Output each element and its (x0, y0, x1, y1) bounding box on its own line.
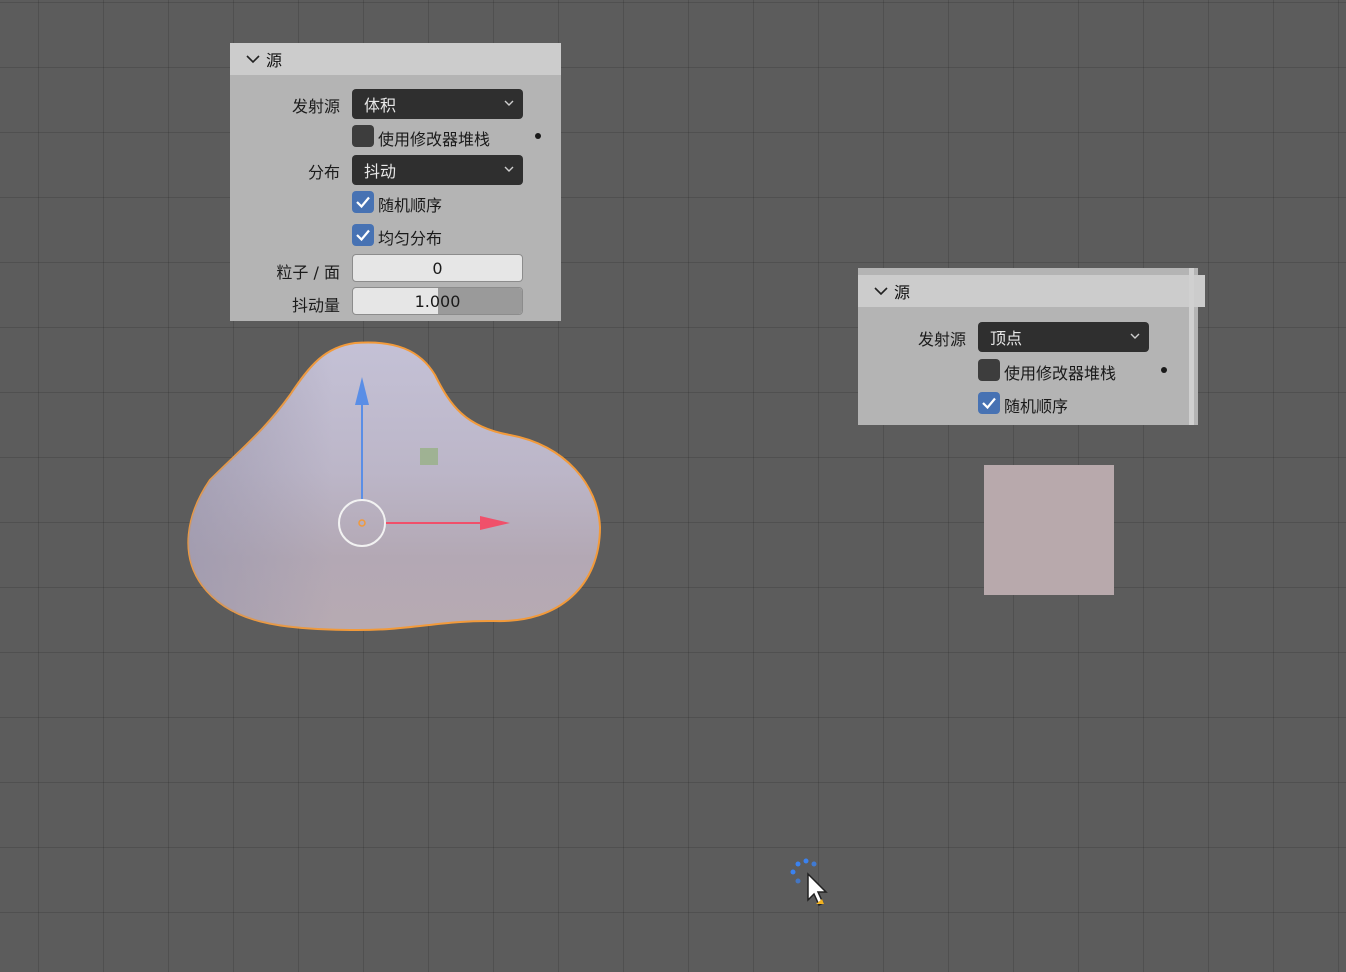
emit-from-label: 发射源 (291, 97, 340, 116)
chevron-down-icon (1130, 333, 1140, 339)
checkmark-icon (982, 397, 996, 410)
checkmark-icon (356, 229, 370, 242)
emit-from-dropdown[interactable]: 体积 (352, 89, 523, 119)
emit-from-label: 发射源 (917, 330, 966, 349)
random-order-label[interactable]: 随机顺序 (1004, 393, 1068, 417)
panel-title: 源 (266, 51, 283, 70)
panel-header[interactable]: 源 (230, 43, 561, 75)
jitter-amount-slider[interactable]: 1.000 (352, 287, 523, 315)
distribution-dropdown[interactable]: 抖动 (352, 155, 523, 185)
jitter-amount-label: 抖动量 (291, 296, 340, 315)
particles-per-face-label: 粒子 / 面 (276, 263, 340, 282)
mouse-pointer-icon (807, 872, 828, 907)
use-modifier-stack-label[interactable]: 使用修改器堆栈 (1004, 360, 1116, 384)
selected-mesh-object[interactable] (180, 335, 610, 640)
chevron-down-icon (504, 166, 514, 172)
panel-header[interactable]: 源 (858, 275, 1205, 307)
source-panel-right: 源 发射源 顶点 使用修改器堆栈 随机顺序 (858, 268, 1205, 425)
distribution-label: 分布 (307, 163, 340, 182)
random-order-checkbox[interactable] (352, 191, 374, 213)
source-panel-left: 源 发射源 体积 使用修改器堆栈 分布 抖动 随机顺序 均匀分布 粒子 / 面 … (230, 43, 561, 321)
use-modifier-stack-label[interactable]: 使用修改器堆栈 (378, 126, 490, 150)
plane-object[interactable] (984, 465, 1114, 595)
keyframe-dot-icon[interactable] (535, 133, 541, 139)
emit-from-value: 体积 (364, 96, 397, 115)
pivot-marker (420, 448, 438, 465)
emit-from-value: 顶点 (990, 329, 1023, 348)
emit-from-dropdown[interactable]: 顶点 (978, 322, 1149, 352)
particles-per-face-value: 0 (432, 258, 443, 278)
chevron-down-icon (874, 287, 888, 296)
use-modifier-stack-checkbox[interactable] (352, 125, 374, 147)
jitter-amount-value: 1.000 (414, 291, 461, 311)
even-distribution-checkbox[interactable] (352, 224, 374, 246)
panel-scrollbar[interactable] (1189, 268, 1194, 425)
checkmark-icon (356, 196, 370, 209)
distribution-value: 抖动 (364, 162, 397, 181)
keyframe-dot-icon[interactable] (1161, 367, 1167, 373)
use-modifier-stack-checkbox[interactable] (978, 359, 1000, 381)
panel-title: 源 (894, 283, 911, 302)
chevron-down-icon (246, 55, 260, 64)
chevron-down-icon (504, 100, 514, 106)
particles-per-face-field[interactable]: 0 (352, 254, 523, 282)
random-order-label[interactable]: 随机顺序 (378, 192, 442, 216)
busy-cursor (790, 858, 828, 907)
even-distribution-label[interactable]: 均匀分布 (378, 225, 442, 249)
random-order-checkbox[interactable] (978, 392, 1000, 414)
